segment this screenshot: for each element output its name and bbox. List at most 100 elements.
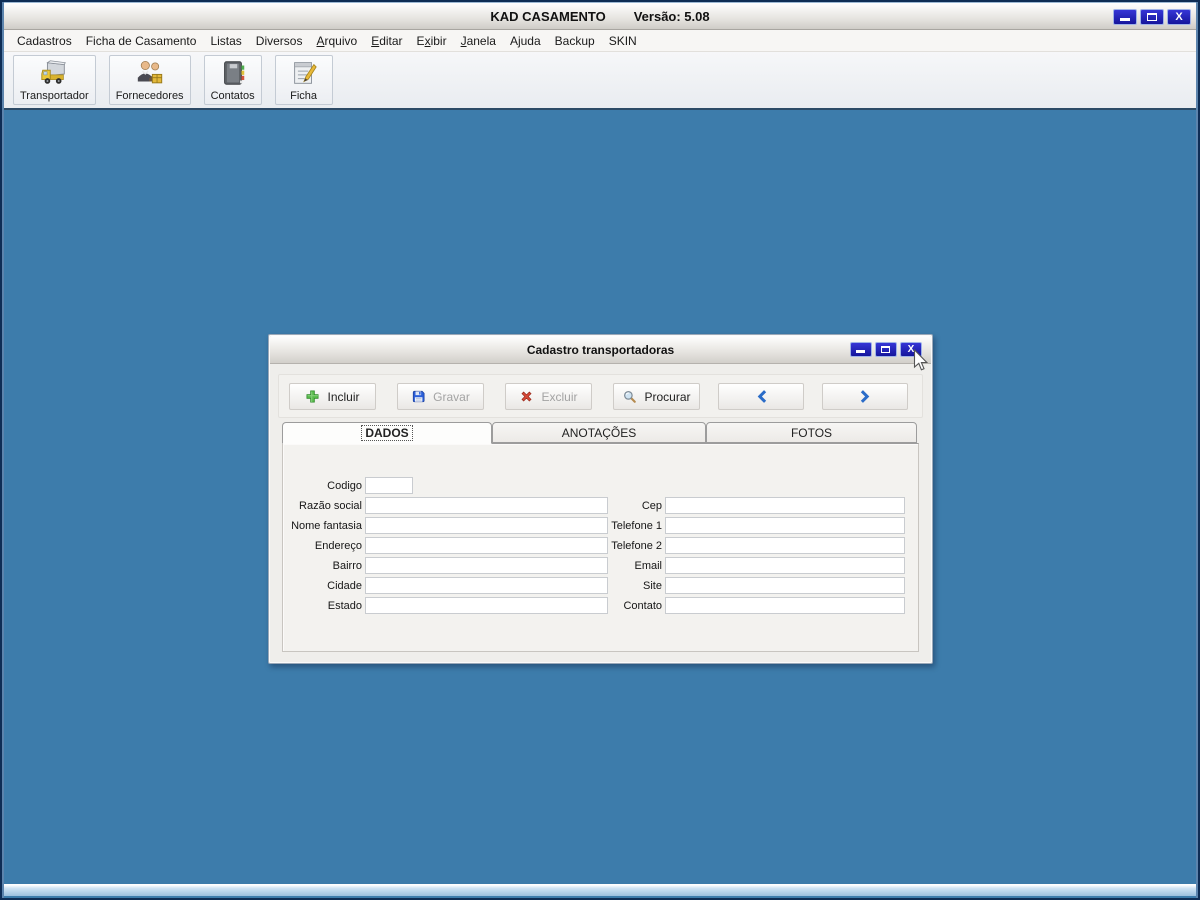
dialog-close-button[interactable]: X: [900, 342, 922, 357]
field-label-telefone-1: Telefone 1: [611, 519, 662, 532]
close-button[interactable]: X: [1167, 9, 1191, 25]
field-label-bairro: Bairro: [332, 559, 362, 572]
toolbar-button-label: Transportador: [20, 90, 89, 102]
arrow-left-icon: [757, 390, 766, 403]
address-book-icon: [223, 61, 244, 85]
tab-anota-es[interactable]: ANOTAÇÕES: [492, 422, 706, 443]
minimize-button[interactable]: [1113, 9, 1137, 25]
form-row-bairro: Bairro: [283, 557, 608, 574]
plus-icon: [306, 390, 319, 403]
form-row-endere-o: Endereço: [283, 537, 608, 554]
field-label-endere-o: Endereço: [314, 539, 362, 552]
endere-o-input[interactable]: [365, 537, 608, 554]
incluir-button[interactable]: Incluir: [289, 383, 376, 410]
app-title: KAD CASAMENTO: [490, 8, 606, 24]
field-label-estado: Estado: [327, 599, 362, 612]
form-row-telefone-1: Telefone 1: [583, 517, 905, 534]
toolbar-button-label: Ficha: [290, 90, 318, 102]
menu-item-ficha-de-casamento[interactable]: Ficha de Casamento: [79, 31, 204, 51]
email-input[interactable]: [665, 557, 905, 574]
app-version: Versão: 5.08: [633, 8, 710, 24]
codigo-input[interactable]: [365, 477, 413, 494]
window-frame-bottom: [4, 884, 1196, 896]
dialog-window-controls: X: [850, 342, 922, 357]
field-label-site: Site: [643, 579, 662, 592]
gravar-button: Gravar: [397, 383, 484, 410]
menu-item-ajuda[interactable]: Ajuda: [503, 31, 548, 51]
close-icon: X: [907, 344, 915, 355]
cep-input[interactable]: [665, 497, 905, 514]
menu-item-janela[interactable]: Janela: [454, 31, 503, 51]
form-row-cep: Cep: [583, 497, 905, 514]
toolbar-button-label: Fornecedores: [115, 90, 184, 102]
menu-item-listas[interactable]: Listas: [203, 31, 248, 51]
tab-fotos[interactable]: FOTOS: [706, 422, 917, 443]
procurar-button[interactable]: Procurar: [613, 383, 700, 410]
menu-item-cadastros[interactable]: Cadastros: [10, 31, 79, 51]
search-icon: [624, 391, 637, 403]
arrow-left-button[interactable]: [718, 383, 804, 410]
button-label: Excluir: [541, 389, 578, 404]
form-row-estado: Estado: [283, 597, 608, 614]
save-icon: [413, 390, 425, 403]
tab-content-dados: Codigo Razão social Nome fantasia Endereço B…: [282, 443, 919, 652]
contato-input[interactable]: [665, 597, 905, 614]
dialog-maximize-button[interactable]: [875, 342, 897, 357]
field-label-codigo: Codigo: [327, 479, 362, 492]
field-label-nome-fantasia: Nome fantasia: [291, 519, 362, 532]
form-row-nome-fantasia: Nome fantasia: [283, 517, 608, 534]
site-input[interactable]: [665, 577, 905, 594]
dialog-title-bar[interactable]: Cadastro transportadoras X: [270, 336, 931, 364]
menu-item-exibir[interactable]: Exibir: [410, 31, 454, 51]
toolbar-button-ficha[interactable]: Ficha: [274, 55, 333, 105]
dialog-title: Cadastro transportadoras: [526, 342, 675, 357]
arrow-right-icon: [860, 390, 869, 403]
field-label-email: Email: [634, 559, 662, 572]
menu-item-backup[interactable]: Backup: [548, 31, 602, 51]
toolbar-button-transportador[interactable]: Transportador: [13, 55, 96, 105]
telefone-1-input[interactable]: [665, 517, 905, 534]
raz-o-social-input[interactable]: [365, 497, 608, 514]
cidade-input[interactable]: [365, 577, 608, 594]
estado-input[interactable]: [365, 597, 608, 614]
minimize-icon: [1120, 18, 1130, 21]
tab-dados[interactable]: DADOS: [282, 422, 492, 444]
delete-icon: [521, 391, 533, 402]
menu-item-diversos[interactable]: Diversos: [249, 31, 310, 51]
suppliers-icon: [137, 60, 162, 84]
dialog-body: Incluir Gravar Excluir Procurar DADOS ANO…: [270, 364, 931, 662]
menu-item-editar[interactable]: Editar: [364, 31, 409, 51]
close-icon: X: [1175, 11, 1183, 23]
telefone-2-input[interactable]: [665, 537, 905, 554]
field-label-cidade: Cidade: [327, 579, 362, 592]
button-label: Gravar: [433, 389, 470, 404]
form-row-cidade: Cidade: [283, 577, 608, 594]
nome-fantasia-input[interactable]: [365, 517, 608, 534]
main-toolbar: Transportador Fornecedores Contatos Fich…: [4, 52, 1196, 110]
button-label: Procurar: [644, 389, 691, 404]
tab-label: FOTOS: [790, 425, 833, 440]
maximize-icon: [881, 346, 890, 353]
menu-item-arquivo[interactable]: Arquivo: [309, 31, 364, 51]
menu-item-skin[interactable]: SKIN: [602, 31, 644, 51]
tab-label: ANOTAÇÕES: [561, 425, 637, 440]
button-label: Incluir: [327, 389, 360, 404]
maximize-icon: [1147, 13, 1157, 21]
field-label-raz-o-social: Razão social: [299, 499, 362, 512]
excluir-button: Excluir: [505, 383, 592, 410]
field-label-cep: Cep: [641, 499, 662, 512]
truck-icon: [41, 60, 67, 84]
form-row-codigo: Codigo: [283, 477, 413, 494]
toolbar-button-contatos[interactable]: Contatos: [203, 55, 262, 105]
maximize-button[interactable]: [1140, 9, 1164, 25]
note-icon: [293, 62, 317, 84]
bairro-input[interactable]: [365, 557, 608, 574]
toolbar-button-label: Contatos: [210, 90, 255, 102]
form-row-email: Email: [583, 557, 905, 574]
app-window: KAD CASAMENTO Versão: 5.08 X Cadastros Fi…: [2, 2, 1198, 898]
arrow-right-button[interactable]: [822, 383, 908, 410]
tab-label: DADOS: [361, 425, 413, 441]
toolbar-button-fornecedores[interactable]: Fornecedores: [108, 55, 191, 105]
dialog-minimize-button[interactable]: [850, 342, 872, 357]
field-label-telefone-2: Telefone 2: [611, 539, 662, 552]
